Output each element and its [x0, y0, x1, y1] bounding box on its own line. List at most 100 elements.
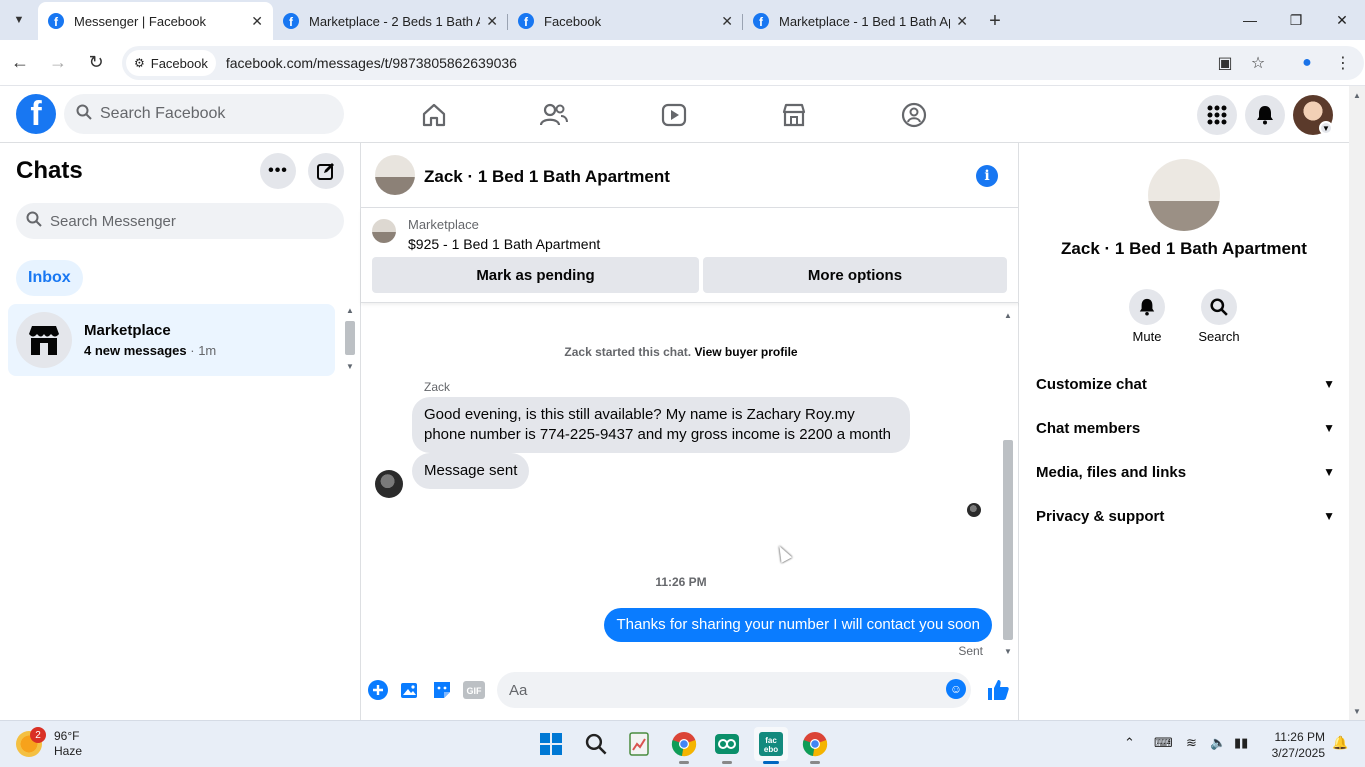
listing-price-title[interactable]: $925 - 1 Bed 1 Bath Apartment	[408, 236, 600, 252]
keyboard-icon[interactable]: ⌨	[1154, 735, 1173, 751]
forward-button[interactable]: →	[40, 45, 76, 81]
notifications-button[interactable]	[1245, 95, 1285, 135]
browser-tab-marketplace-2beds[interactable]: f Marketplace - 2 Beds 1 Bath Ap ✕	[273, 4, 508, 38]
minimize-button[interactable]: —	[1227, 0, 1273, 40]
close-tab-icon[interactable]: ✕	[956, 13, 968, 30]
incoming-message-bubble[interactable]: Good evening, is this still available? M…	[412, 397, 910, 453]
scroll-down-arrow-icon[interactable]: ▼	[1001, 644, 1015, 658]
chats-options-button[interactable]: •••	[260, 153, 296, 189]
customize-chat-section[interactable]: Customize chat ▼	[1036, 362, 1335, 406]
gif-icon[interactable]: GIF	[463, 679, 485, 701]
nav-marketplace-button[interactable]	[764, 86, 824, 143]
nav-video-button[interactable]	[644, 86, 704, 143]
scroll-up-arrow-icon[interactable]: ▲	[1350, 88, 1364, 102]
sender-avatar[interactable]	[375, 470, 403, 498]
conversation-avatar[interactable]	[375, 155, 415, 195]
running-indicator	[810, 761, 820, 764]
sticker-icon[interactable]	[431, 679, 453, 701]
chat-members-section[interactable]: Chat members ▼	[1036, 406, 1335, 450]
media-files-links-section[interactable]: Media, files and links ▼	[1036, 450, 1335, 494]
site-info-chip[interactable]: ⚙ Facebook	[126, 50, 216, 76]
taskbar-app-qq[interactable]	[710, 727, 744, 764]
view-buyer-profile-link[interactable]: View buyer profile	[694, 345, 797, 359]
scrollbar-thumb[interactable]	[1003, 440, 1013, 640]
more-options-button[interactable]: More options	[703, 257, 1007, 293]
install-app-icon[interactable]: ▣	[1208, 46, 1242, 80]
chat-list-scrollbar[interactable]: ▲ ▼	[343, 303, 357, 373]
profile-icon[interactable]: ●	[1290, 46, 1324, 80]
close-tab-icon[interactable]: ✕	[486, 13, 498, 30]
address-bar[interactable]: ⚙ Facebook facebook.com/messages/t/98738…	[122, 46, 1364, 80]
attach-photo-icon[interactable]	[399, 679, 421, 701]
spreadsheet-app-icon	[629, 732, 649, 756]
reload-button[interactable]: ↻	[78, 45, 114, 81]
taskbar-app-chrome[interactable]	[667, 727, 701, 764]
messenger-search-input[interactable]: Search Messenger	[16, 203, 344, 239]
battery-icon[interactable]: ▮▮	[1234, 735, 1248, 751]
volume-icon[interactable]: 🔈	[1210, 735, 1226, 751]
new-tab-button[interactable]: +	[978, 2, 1012, 40]
search-icon	[26, 211, 42, 231]
facebook-logo-icon[interactable]: f	[16, 94, 56, 134]
scroll-down-arrow-icon[interactable]: ▼	[343, 359, 357, 373]
scroll-up-arrow-icon[interactable]: ▲	[1001, 308, 1015, 322]
scrollbar-thumb[interactable]	[345, 321, 355, 355]
facebook-app-icon: facebo	[759, 732, 783, 756]
facebook-search-input[interactable]: Search Facebook	[64, 94, 344, 134]
tab-search-dropdown[interactable]: ▼	[0, 0, 38, 40]
taskbar-app-chrome-profile[interactable]	[798, 727, 832, 764]
inbox-filter-tab[interactable]: Inbox	[16, 260, 83, 296]
chevron-down-icon: ▼	[1323, 377, 1335, 391]
nav-friends-button[interactable]	[524, 86, 584, 143]
page-scrollbar[interactable]: ▲ ▼	[1349, 86, 1365, 720]
system-clock[interactable]: 11:26 PM 3/27/2025	[1255, 729, 1325, 761]
back-button[interactable]: ←	[2, 45, 38, 81]
start-button[interactable]	[534, 727, 568, 761]
weather-widget[interactable]: 2 96°F Haze	[16, 727, 82, 759]
more-actions-plus-icon[interactable]	[367, 679, 389, 701]
close-tab-icon[interactable]: ✕	[721, 13, 733, 30]
notification-center-icon[interactable]: 🔔	[1332, 735, 1348, 751]
search-in-conversation-action[interactable]: Search	[1189, 289, 1249, 344]
browser-menu-icon[interactable]: ⋮	[1326, 46, 1360, 80]
tray-overflow-chevron-icon[interactable]: ⌃	[1124, 735, 1135, 751]
wifi-icon[interactable]: ≋	[1186, 735, 1197, 751]
mark-as-pending-button[interactable]: Mark as pending	[372, 257, 699, 293]
info-icon[interactable]: i	[976, 165, 998, 187]
details-avatar[interactable]	[1148, 159, 1220, 231]
mute-action[interactable]: Mute	[1117, 289, 1177, 344]
taskbar-search-button[interactable]	[579, 727, 613, 761]
nav-groups-button[interactable]	[884, 86, 944, 143]
time-separator: 11:26 PM	[655, 575, 707, 589]
incoming-message-bubble[interactable]: Message sent	[412, 453, 530, 489]
restore-button[interactable]: ❐	[1273, 0, 1319, 40]
account-chevron-icon[interactable]: ▼	[1319, 121, 1333, 135]
message-input[interactable]: Aa	[497, 672, 971, 708]
taskbar-app-sheets[interactable]	[622, 727, 656, 761]
thumbs-up-icon[interactable]	[985, 677, 1011, 703]
new-message-button[interactable]	[308, 153, 344, 189]
menu-grid-button[interactable]	[1197, 95, 1237, 135]
emoji-icon[interactable]: ☺	[946, 679, 966, 699]
conversation-title[interactable]: Zack · 1 Bed 1 Bath Apartment	[424, 167, 670, 187]
privacy-support-section[interactable]: Privacy & support ▼	[1036, 494, 1335, 538]
url-text[interactable]: facebook.com/messages/t/9873805862639036	[226, 55, 517, 71]
browser-tab-messenger[interactable]: f Messenger | Facebook ✕	[38, 2, 273, 40]
close-tab-icon[interactable]: ✕	[251, 13, 263, 30]
scroll-down-arrow-icon[interactable]: ▼	[1350, 704, 1364, 718]
browser-tab-facebook[interactable]: f Facebook ✕	[508, 4, 743, 38]
weather-sun-icon: 2	[16, 727, 46, 757]
browser-tab-marketplace-1bed[interactable]: f Marketplace - 1 Bed 1 Bath Apa ✕	[743, 4, 978, 38]
message-thread-scrollbar[interactable]: ▲ ▼	[1001, 308, 1015, 660]
conversation-panel: Zack · 1 Bed 1 Bath Apartment i Marketpl…	[361, 143, 1019, 720]
close-window-button[interactable]: ✕	[1319, 0, 1365, 40]
chat-list-item-marketplace[interactable]: Marketplace 4 new messages · 1m	[8, 304, 335, 376]
message-composer: GIF Aa ☺	[361, 670, 1019, 710]
listing-thumbnail[interactable]	[372, 219, 396, 243]
site-settings-icon: ⚙	[134, 56, 145, 70]
outgoing-message-bubble[interactable]: Thanks for sharing your number I will co…	[604, 608, 992, 642]
scroll-up-arrow-icon[interactable]: ▲	[343, 303, 357, 317]
bookmark-star-icon[interactable]: ☆	[1241, 46, 1275, 80]
nav-home-button[interactable]	[404, 86, 464, 143]
taskbar-app-facebook[interactable]: fac ebo	[754, 727, 788, 764]
